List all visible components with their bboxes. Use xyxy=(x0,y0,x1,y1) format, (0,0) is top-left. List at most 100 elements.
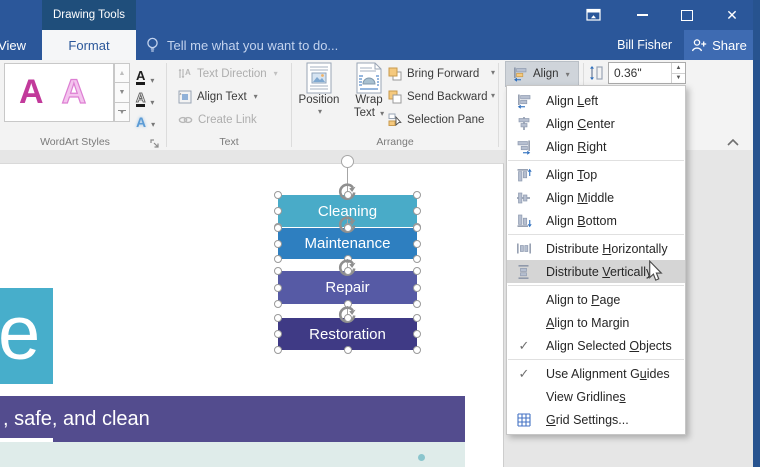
menu-item-align-to-margin[interactable]: Align to Margin xyxy=(507,311,685,334)
selection-handle[interactable] xyxy=(413,224,421,232)
selection-pane-icon xyxy=(388,113,402,127)
selection-handle[interactable] xyxy=(413,191,421,199)
menu-item-label: Align to Page xyxy=(546,293,620,307)
selection-handle[interactable] xyxy=(274,207,282,215)
gallery-scroll-down-button[interactable]: ▼ xyxy=(114,83,130,102)
selection-handle[interactable] xyxy=(413,255,421,263)
close-button[interactable]: ✕ xyxy=(722,6,742,24)
menu-item-distribute-horizontally[interactable]: Distribute Horizontally xyxy=(507,237,685,260)
align-top-icon xyxy=(516,167,532,183)
text-fill-button[interactable]: A▾ xyxy=(136,63,166,85)
selection-handle[interactable] xyxy=(274,240,282,248)
text-outline-button[interactable]: A▾ xyxy=(136,85,166,107)
selection-handle[interactable] xyxy=(413,240,421,248)
spinner-up-button[interactable]: ▲ xyxy=(672,63,685,74)
align-button[interactable]: Align ▾ xyxy=(505,61,579,87)
menu-item-label: Grid Settings... xyxy=(546,413,629,427)
send-backward-dropdown[interactable]: ▾ xyxy=(491,91,495,100)
selection-handle[interactable] xyxy=(344,314,352,322)
selection-handle[interactable] xyxy=(413,330,421,338)
menu-item-align-selected-objects[interactable]: ✓Align Selected Objects xyxy=(507,334,685,357)
shape-repair[interactable]: Repair xyxy=(278,271,417,304)
mouse-cursor xyxy=(648,260,663,287)
selection-handle[interactable] xyxy=(274,191,282,199)
gallery-scroll-up-button[interactable]: ▲ xyxy=(114,63,130,83)
menu-item-align-bottom[interactable]: Align Bottom xyxy=(507,209,685,232)
selection-handle[interactable] xyxy=(413,207,421,215)
selection-handle[interactable] xyxy=(413,284,421,292)
send-backward-button[interactable]: Send Backward xyxy=(388,86,488,107)
hero-letter-box[interactable]: e xyxy=(0,288,53,384)
tab-format-label: Format xyxy=(68,38,109,53)
position-button[interactable]: Position ▾ xyxy=(296,62,342,144)
gallery-more-button[interactable]: ▼ xyxy=(114,103,130,122)
selection-handle[interactable] xyxy=(274,255,282,263)
shape-height-value: 0.36" xyxy=(609,66,671,80)
selection-pane-button[interactable]: Selection Pane xyxy=(388,109,484,130)
arrange-group-label: Arrange xyxy=(292,136,498,148)
close-icon: ✕ xyxy=(726,7,738,24)
align-text-button[interactable]: Align Text▾ xyxy=(178,86,258,107)
selection-handle[interactable] xyxy=(344,224,352,232)
maximize-button[interactable] xyxy=(677,7,697,23)
menu-item-align-top[interactable]: Align Top xyxy=(507,163,685,186)
selection-handle[interactable] xyxy=(413,314,421,322)
wordart-gallery[interactable]: A A xyxy=(4,63,114,122)
text-direction-button[interactable]: A Text Direction▾ xyxy=(178,63,278,84)
selection-handle[interactable] xyxy=(274,330,282,338)
shape-label: Maintenance xyxy=(305,235,391,252)
selection-handle[interactable] xyxy=(413,300,421,308)
create-link-button[interactable]: Create Link xyxy=(178,109,257,130)
dialog-launcher-icon xyxy=(150,139,160,149)
selection-handle[interactable] xyxy=(344,346,352,354)
text-group-label: Text xyxy=(167,136,291,148)
document-page[interactable]: e , safe, and clean CleaningMaintenanceR… xyxy=(0,163,504,467)
share-button[interactable]: Share xyxy=(684,30,754,60)
word-window: Drawing Tools ✕ View Format xyxy=(0,0,760,467)
text-effects-icon: A xyxy=(136,115,146,129)
menu-item-label: Align Middle xyxy=(546,191,614,205)
wrap-text-label-2: Text xyxy=(354,107,375,119)
wordart-style-2[interactable]: A xyxy=(62,73,87,112)
tab-format[interactable]: Format xyxy=(42,30,136,60)
selection-handle[interactable] xyxy=(274,284,282,292)
menu-item-align-right[interactable]: Align Right xyxy=(507,135,685,158)
text-effects-button[interactable]: A▾ xyxy=(136,107,166,129)
menu-item-label: Align Bottom xyxy=(546,214,617,228)
tagline-bar[interactable]: , safe, and clean xyxy=(0,396,465,442)
selection-handle[interactable] xyxy=(274,224,282,232)
menu-item-label: Align Top xyxy=(546,168,597,182)
selection-handle[interactable] xyxy=(344,267,352,275)
footer-strip xyxy=(0,442,465,467)
shape-height-field[interactable]: 0.36" ▲ ▼ xyxy=(608,62,686,84)
menu-item-align-middle[interactable]: Align Middle xyxy=(507,186,685,209)
selection-handle[interactable] xyxy=(344,191,352,199)
menu-item-align-to-page[interactable]: Align to Page xyxy=(507,288,685,311)
shape-maintenance[interactable]: Maintenance xyxy=(278,228,417,259)
selection-handle[interactable] xyxy=(274,267,282,275)
tab-view[interactable]: View xyxy=(0,30,36,60)
menu-item-view-gridlines[interactable]: View Gridlines xyxy=(507,385,685,408)
ribbon-display-options-button[interactable] xyxy=(583,7,603,23)
wordart-style-1[interactable]: A xyxy=(19,73,44,112)
selection-handle[interactable] xyxy=(274,300,282,308)
account-name[interactable]: Bill Fisher xyxy=(617,30,672,60)
bring-forward-dropdown[interactable]: ▾ xyxy=(491,68,495,77)
selection-handle[interactable] xyxy=(413,346,421,354)
menu-item-grid-settings[interactable]: Grid Settings... xyxy=(507,408,685,431)
selection-handle[interactable] xyxy=(274,314,282,322)
selection-handle[interactable] xyxy=(413,267,421,275)
align-center-icon xyxy=(516,116,532,132)
selection-handle[interactable] xyxy=(274,346,282,354)
collapse-ribbon-button[interactable] xyxy=(727,133,739,151)
spinner-down-button[interactable]: ▼ xyxy=(672,74,685,84)
wrap-text-button[interactable]: Wrap Text ▾ xyxy=(346,62,392,144)
menu-item-align-left[interactable]: Align Left xyxy=(507,89,685,112)
menu-item-align-center[interactable]: Align Center xyxy=(507,112,685,135)
tell-me-box[interactable]: Tell me what you want to do... xyxy=(146,30,338,60)
menu-item-use-alignment-guides[interactable]: ✓Use Alignment Guides xyxy=(507,362,685,385)
bring-forward-button[interactable]: Bring Forward xyxy=(388,63,479,84)
minimize-button[interactable] xyxy=(632,7,652,23)
shape-label: Repair xyxy=(325,279,369,296)
shape-restoration[interactable]: Restoration xyxy=(278,318,417,350)
